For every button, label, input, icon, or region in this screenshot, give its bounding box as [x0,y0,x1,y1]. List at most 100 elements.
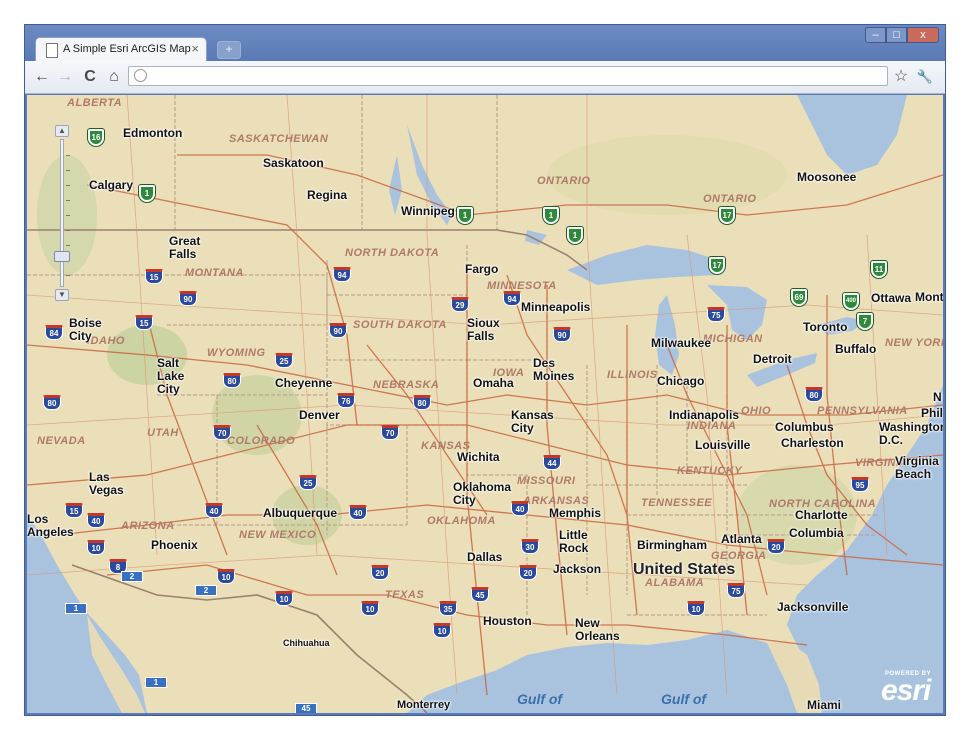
interstate-shield: 40 [349,505,367,520]
region-label: SASKATCHEWAN [229,133,329,145]
interstate-shield: 40 [205,503,223,518]
city-label: Buffalo [835,342,877,356]
zoom-in-button[interactable]: ▲ [55,125,69,137]
region-label: ONTARIO [537,175,591,187]
city-label: Memphis [549,506,602,520]
interstate-shield: 35 [439,601,457,616]
map-view[interactable]: ▲ ▼ ALBERTA SASKATCHEWAN ONTARIO ONTARIO… [27,95,943,713]
region-label: MISSOURI [517,475,576,487]
water-label: Gulf of [661,691,707,707]
region-label: MONTANA [185,267,244,279]
interstate-shield: 80 [43,395,61,410]
city-label: Phoenix [151,538,198,552]
city-label: Saskatoon [263,156,324,170]
new-tab-button[interactable]: + [217,41,241,59]
city-label: Wichita [457,450,500,464]
zoom-track[interactable] [60,139,64,287]
region-label: NEW YORK [885,337,943,349]
canada-highway-shield: 11 [871,261,887,278]
region-label: NORTH DAKOTA [345,247,440,259]
url-input[interactable] [153,68,857,86]
city-label: Dallas [467,550,503,564]
canada-highway-shield: 400 [843,293,859,310]
interstate-shield: 25 [275,353,293,368]
zoom-tick [66,200,70,201]
zoom-tick [66,170,70,171]
tab-close-button[interactable]: × [191,41,199,56]
city-label: Winnipeg [401,204,455,218]
interstate-shield: 40 [87,513,105,528]
city-label: Houston [483,614,532,628]
interstate-shield: 15 [65,503,83,518]
esri-logo[interactable]: POWERED BY esri [881,671,939,707]
browser-window: A Simple Esri ArcGIS Map × + – □ x ← → C… [25,25,945,715]
city-label: Regina [307,188,348,202]
zoom-tick [66,185,70,186]
city-label: Charleston [781,436,844,450]
region-label: COLORADO [227,435,296,447]
interstate-shield: 94 [333,267,351,282]
region-label: WYOMING [207,347,266,359]
city-label: Jacksonville [777,600,849,614]
zoom-slider[interactable]: ▲ ▼ [54,125,70,301]
city-label: Edmonton [123,126,183,140]
interstate-shield: 15 [145,269,163,284]
maximize-button[interactable]: □ [886,27,907,43]
city-label: N [933,390,942,404]
interstate-shield: 70 [381,425,399,440]
city-label: Mont [915,290,943,304]
interstate-shield: 90 [553,327,571,342]
forward-button[interactable]: → [55,67,75,87]
interstate-shield: 95 [851,477,869,492]
interstate-shield: 10 [217,569,235,584]
city-label: Atlanta [721,532,762,546]
mexico-highway-shield: 2 [121,571,143,582]
city-label: Sioux Falls [467,316,500,343]
home-button[interactable]: ⌂ [104,67,124,87]
wrench-menu-button[interactable]: 🔧 [915,67,935,87]
city-label: Jackson [553,562,602,576]
close-button[interactable]: x [907,27,939,43]
interstate-shield: 90 [329,323,347,338]
interstate-shield: 75 [707,307,725,322]
interstate-shield: 90 [179,291,197,306]
city-label: Kansas City [511,408,554,435]
interstate-shield: 29 [451,297,469,312]
tab-active[interactable]: A Simple Esri ArcGIS Map × [35,37,207,61]
canada-highway-shield: 1 [567,227,583,244]
city-label: Detroit [753,352,792,366]
region-label: SOUTH DAKOTA [353,319,447,331]
interstate-shield: 40 [511,501,529,516]
zoom-tick [66,155,70,156]
city-label: Chihuahua [283,638,330,648]
bookmark-star-button[interactable]: ☆ [891,67,911,87]
region-label: ALBERTA [67,97,123,109]
title-bar: A Simple Esri ArcGIS Map × + – □ x [25,25,945,61]
region-label: MINNESOTA [487,280,557,292]
city-label: Columbus [775,420,834,434]
interstate-shield: 25 [299,475,317,490]
region-label: NEVADA [37,435,86,447]
city-label: Boise City [69,316,102,343]
city-label: Calgary [89,178,134,192]
mexico-highway-shield: 2 [195,585,217,596]
back-button[interactable]: ← [32,67,52,87]
interstate-shield: 80 [805,387,823,402]
zoom-out-button[interactable]: ▼ [55,289,69,301]
interstate-shield: 20 [371,565,389,580]
zoom-handle[interactable] [54,251,70,262]
interstate-shield: 80 [223,373,241,388]
minimize-button[interactable]: – [865,27,886,43]
city-label: Birmingham [637,538,708,552]
city-label: Las Vegas [89,470,124,497]
zoom-tick [66,275,70,276]
city-label: Little Rock [559,528,589,555]
interstate-shield: 70 [213,425,231,440]
address-bar[interactable] [128,66,888,86]
region-label: TEXAS [385,589,425,601]
interstate-shield: 20 [767,539,785,554]
interstate-shield: 80 [413,395,431,410]
reload-button[interactable]: C [80,67,100,87]
country-label: United States [633,561,736,578]
globe-icon [134,69,147,82]
